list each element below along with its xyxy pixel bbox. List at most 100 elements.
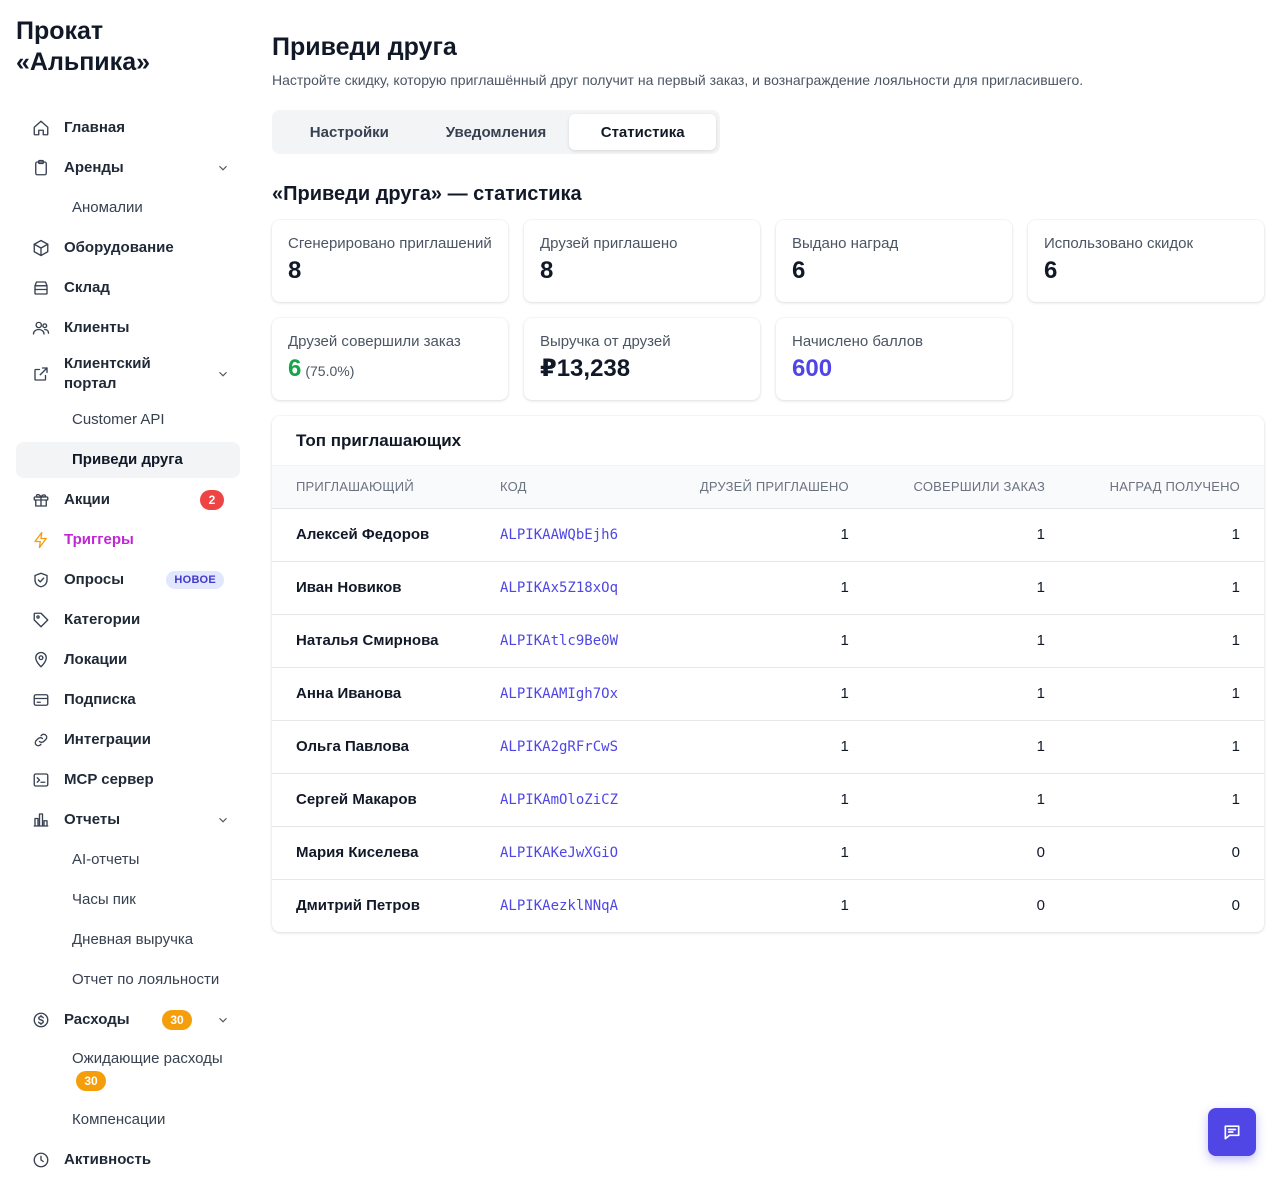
stats-grid: Сгенерировано приглашений 8 Друзей пригл… <box>272 220 1264 400</box>
sidebar-item-label: Аномалии <box>72 199 143 216</box>
stat-label: Друзей приглашено <box>540 235 678 252</box>
chevron-down-icon[interactable] <box>216 813 230 827</box>
sidebar-item-label: Ожидающие расходы <box>72 1050 223 1067</box>
bar-chart-icon <box>32 811 50 829</box>
sidebar-item-pending-expenses[interactable]: Ожидающие расходы 30 <box>16 1042 240 1098</box>
brand-title: Прокат «Альпика» <box>16 17 150 76</box>
sidebar-item-reports[interactable]: Отчеты <box>16 802 240 838</box>
sidebar-item-mcp-server[interactable]: MCP сервер <box>16 762 240 798</box>
table-row: Анна Иванова ALPIKAAMIgh7Ox 1 1 1 <box>272 667 1264 721</box>
invited-count: 1 <box>657 614 873 668</box>
archive-icon <box>32 279 50 297</box>
sidebar-item-surveys[interactable]: Опросы НОВОЕ <box>16 562 240 598</box>
top-referrers-card: Топ приглашающих Приглашающий Код Друзей… <box>272 416 1264 932</box>
sidebar-item-ai-reports[interactable]: AI-отчеты <box>16 842 240 878</box>
sidebar-item-promotions[interactable]: Акции 2 <box>16 482 240 518</box>
sidebar-item-anomalies[interactable]: Аномалии <box>16 190 240 226</box>
referrer-name: Иван Новиков <box>272 561 476 615</box>
tab-statistics[interactable]: Статистика <box>569 114 717 150</box>
sidebar-item-customer-api[interactable]: Customer API <box>16 402 240 438</box>
sidebar-item-subscription[interactable]: Подписка <box>16 682 240 718</box>
sidebar-item-refer-friend[interactable]: Приведи друга <box>16 442 240 478</box>
sidebar-item-warehouse[interactable]: Склад <box>16 270 240 306</box>
chevron-down-icon[interactable] <box>216 161 230 175</box>
sidebar-item-compensations[interactable]: Компенсации <box>16 1102 240 1138</box>
table-header-row: Приглашающий Код Друзей приглашено Совер… <box>272 466 1264 509</box>
rewards-count: 1 <box>1069 773 1264 827</box>
ordered-count: 1 <box>872 720 1069 774</box>
rewards-count: 1 <box>1069 720 1264 774</box>
referral-code: ALPIKA2gRFrCwS <box>476 720 658 774</box>
rewards-count: 1 <box>1069 667 1264 721</box>
stat-card-generated: Сгенерировано приглашений 8 <box>272 220 508 302</box>
external-link-icon <box>32 365 50 383</box>
ordered-count: 1 <box>872 773 1069 827</box>
ordered-count: 1 <box>872 614 1069 668</box>
invited-count: 1 <box>657 667 873 721</box>
referral-code: ALPIKAmOloZiCZ <box>476 773 658 827</box>
sidebar-item-activity[interactable]: Активность <box>16 1142 240 1178</box>
chat-button[interactable] <box>1208 1108 1256 1156</box>
referral-code: ALPIKAtlc9Be0W <box>476 614 658 668</box>
sidebar-item-peak-hours[interactable]: Часы пик <box>16 882 240 918</box>
ordered-count: 0 <box>872 826 1069 880</box>
sidebar-item-label: Приведи друга <box>72 451 183 468</box>
referrer-name: Мария Киселева <box>272 826 476 880</box>
sidebar-item-triggers[interactable]: Триггеры <box>16 522 240 558</box>
sidebar-item-label: Компенсации <box>72 1111 166 1128</box>
ordered-count: 1 <box>872 508 1069 562</box>
chevron-down-icon[interactable] <box>216 367 230 381</box>
sidebar-item-clients[interactable]: Клиенты <box>16 310 240 346</box>
dollar-circle-icon <box>32 1011 50 1029</box>
sidebar-item-integrations[interactable]: Интеграции <box>16 722 240 758</box>
table-row: Иван Новиков ALPIKAx5Z18xOq 1 1 1 <box>272 561 1264 615</box>
stat-card-revenue: Выручка от друзей ₽13,238 <box>524 318 760 400</box>
invited-count: 1 <box>657 773 873 827</box>
ordered-count: 1 <box>872 667 1069 721</box>
users-icon <box>32 319 50 337</box>
sidebar-item-label: Триггеры <box>64 531 134 548</box>
invited-count: 1 <box>657 508 873 562</box>
sidebar-item-label: Отчеты <box>64 811 121 828</box>
sidebar-item-locations[interactable]: Локации <box>16 642 240 678</box>
sidebar-item-equipment[interactable]: Оборудование <box>16 230 240 266</box>
referral-code: ALPIKAAWQbEjh6 <box>476 508 658 562</box>
stat-value: 6 (75.0%) <box>288 354 492 386</box>
ordered-count: 0 <box>1036 897 1045 915</box>
stat-value: 6 <box>792 257 806 284</box>
stat-label: Сгенерировано приглашений <box>288 235 492 252</box>
promotions-count-badge: 2 <box>200 490 224 510</box>
sidebar-item-label: Аренды <box>64 159 124 176</box>
sidebar-item-label: Клиентский портал <box>64 355 151 392</box>
sidebar-item-rentals[interactable]: Аренды <box>16 150 240 186</box>
sidebar-item-loyalty-report[interactable]: Отчет по лояльности <box>16 962 240 998</box>
sidebar-item-home[interactable]: Главная <box>16 110 240 146</box>
stat-value: ₽13,238 <box>540 355 631 382</box>
sidebar-item-client-portal[interactable]: Клиентский портал <box>16 350 240 398</box>
tab-settings[interactable]: Настройки <box>276 114 423 150</box>
chevron-down-icon[interactable] <box>216 1013 230 1027</box>
stat-percentage: (75.0%) <box>305 363 355 379</box>
stat-value: 6 <box>1044 257 1058 284</box>
sidebar-item-daily-revenue[interactable]: Дневная выручка <box>16 922 240 958</box>
table-row: Алексей Федоров ALPIKAAWQbEjh6 1 1 1 <box>272 508 1264 562</box>
invited-count: 1 <box>657 561 873 615</box>
home-icon <box>32 119 50 137</box>
sidebar-item-label: Подписка <box>64 691 136 708</box>
map-pin-icon <box>32 651 50 669</box>
referral-code: ALPIKAKeJwXGiO <box>476 826 658 880</box>
sidebar-item-categories[interactable]: Категории <box>16 602 240 638</box>
sidebar-item-expenses[interactable]: Расходы 30 <box>16 1002 240 1038</box>
terminal-icon <box>32 771 50 789</box>
tab-notifications[interactable]: Уведомления <box>423 114 570 150</box>
referral-code: ALPIKAAMIgh7Ox <box>476 667 658 721</box>
chat-icon <box>1224 1125 1240 1140</box>
referrer-name: Наталья Смирнова <box>272 614 476 668</box>
invited-count: 1 <box>657 826 873 880</box>
invited-count: 1 <box>840 897 849 915</box>
referrer-name: Сергей Макаров <box>272 773 476 827</box>
referral-code: ALPIKAezklNNqA <box>500 897 619 914</box>
table-row: Ольга Павлова ALPIKA2gRFrCwS 1 1 1 <box>272 720 1264 774</box>
sidebar-item-label: AI-отчеты <box>72 851 140 868</box>
rewards-count: 1 <box>1069 614 1264 668</box>
